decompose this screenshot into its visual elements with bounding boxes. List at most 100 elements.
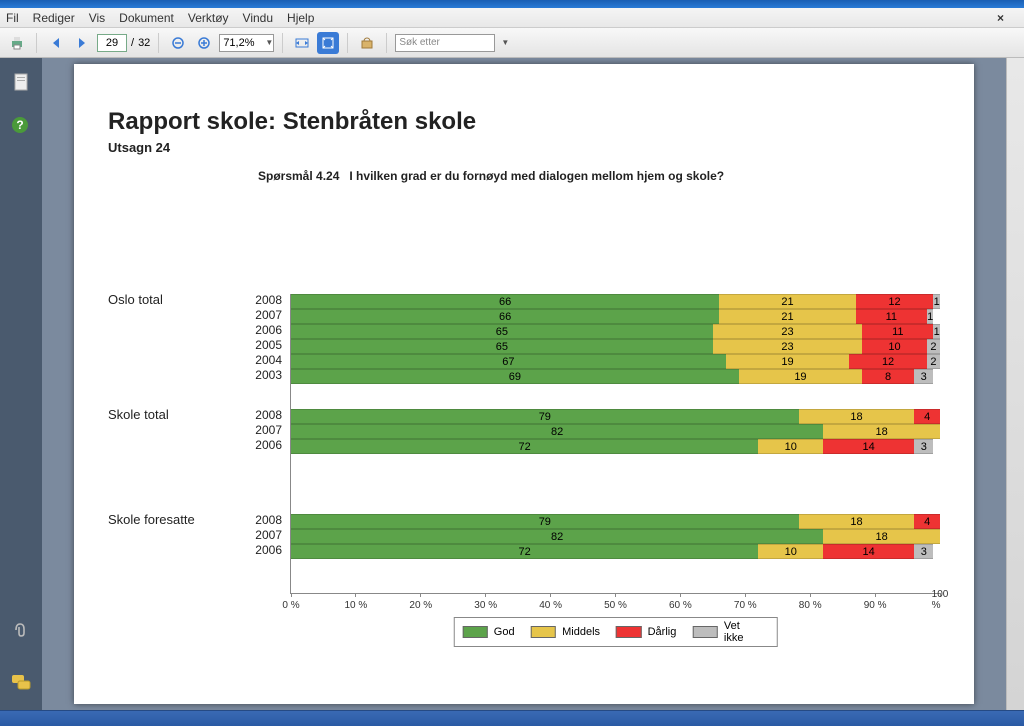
chart-xaxis-label: 40 % — [539, 600, 562, 611]
print-icon[interactable] — [6, 32, 28, 54]
attachment-panel-icon[interactable] — [11, 620, 31, 640]
pages-panel-icon[interactable] — [11, 72, 31, 92]
zoom-select[interactable]: 71,2% ▼ — [219, 34, 274, 52]
close-icon[interactable]: × — [997, 11, 1004, 25]
chart-bar-segment: 18 — [799, 514, 915, 529]
fit-page-icon[interactable] — [317, 32, 339, 54]
chart-bar-segment: 11 — [862, 324, 933, 339]
chart-year-label: 2005 — [246, 338, 282, 352]
chart-bar-segment: 82 — [291, 424, 823, 439]
chart-bar-segment: 10 — [758, 544, 823, 559]
chart-xaxis-label: 60 % — [669, 600, 692, 611]
page: Rapport skole: Stenbråten skole Utsagn 2… — [74, 64, 974, 704]
chart-xaxis-tick — [485, 593, 486, 597]
report-question: Spørsmål 4.24 I hvilken grad er du fornø… — [258, 169, 940, 183]
chart-year-label: 2006 — [246, 438, 282, 452]
next-page-icon[interactable] — [71, 32, 93, 54]
chart-bar-segment: 1 — [933, 294, 939, 309]
chart-xaxis-label: 10 % — [344, 600, 367, 611]
search-input[interactable]: Søk etter — [395, 34, 495, 52]
chart-year-label: 2008 — [246, 408, 282, 422]
zoom-in-icon[interactable] — [193, 32, 215, 54]
menu-rediger[interactable]: Rediger — [33, 11, 75, 25]
legend-label: Dårlig — [648, 626, 677, 638]
chart-group-label: Skole total — [108, 407, 169, 422]
report-subtitle: Utsagn 24 — [108, 140, 940, 155]
report-title: Rapport skole: Stenbråten skole — [108, 108, 940, 136]
question-text: I hvilken grad er du fornøyd med dialoge… — [349, 169, 724, 183]
chart-bar-segment: 18 — [799, 409, 915, 424]
chart-bar-segment: 19 — [739, 369, 862, 384]
chart-bar-segment: 10 — [758, 439, 823, 454]
page-total-label: 32 — [138, 37, 150, 49]
os-taskbar[interactable] — [0, 710, 1024, 726]
chart-xaxis-tick — [615, 593, 616, 597]
chart-bar-row: 6621121 — [291, 294, 940, 309]
chart-bar-segment: 66 — [291, 294, 719, 309]
chart-bar-segment: 3 — [914, 439, 933, 454]
main-area: ? Rapport skole: Stenbråten skole Utsagn… — [0, 58, 1024, 710]
chart-bar-segment: 18 — [823, 424, 940, 439]
legend-swatch — [462, 626, 488, 638]
chart-xaxis-label: 30 % — [474, 600, 497, 611]
chart-year-label: 2007 — [246, 423, 282, 437]
chart-bar-segment: 21 — [719, 309, 855, 324]
chart-xaxis-tick — [420, 593, 421, 597]
fit-width-icon[interactable] — [291, 32, 313, 54]
chart-xaxis-tick — [680, 593, 681, 597]
chart-year-label: 2007 — [246, 528, 282, 542]
document-viewport[interactable]: Rapport skole: Stenbråten skole Utsagn 2… — [42, 58, 1006, 710]
chart-bar-segment: 10 — [862, 339, 927, 354]
chart-bar-segment: 3 — [914, 369, 933, 384]
search-dropdown-icon[interactable]: ▼ — [499, 32, 511, 54]
legend-swatch — [616, 626, 642, 638]
menu-dokument[interactable]: Dokument — [119, 11, 174, 25]
chart-xaxis-label: 50 % — [604, 600, 627, 611]
chart-bar-row: 79184 — [291, 409, 940, 424]
side-panel: ? — [0, 58, 42, 710]
chart-bar-segment: 23 — [713, 324, 862, 339]
page-number-input[interactable] — [97, 34, 127, 52]
chart-xaxis-label: 70 % — [734, 600, 757, 611]
search-placeholder: Søk etter — [399, 37, 440, 48]
chart-bar-segment: 11 — [856, 309, 927, 324]
chart-legend: God Middels Dårlig Vet ikke — [453, 617, 778, 647]
legend-label: Vet ikke — [724, 620, 759, 644]
chart-bar-segment: 72 — [291, 439, 758, 454]
chart-xaxis-tick — [875, 593, 876, 597]
prev-page-icon[interactable] — [45, 32, 67, 54]
menu-verktoy[interactable]: Verktøy — [188, 11, 229, 25]
legend-label: Middels — [562, 626, 600, 638]
chart-bar-row: 6621111 — [291, 309, 940, 324]
zoom-value: 71,2% — [223, 37, 254, 49]
chart-bar-row: 6523102 — [291, 339, 940, 354]
menubar: Fil Rediger Vis Dokument Verktøy Vindu H… — [0, 8, 1024, 28]
menu-fil[interactable]: Fil — [6, 11, 19, 25]
menu-vis[interactable]: Vis — [89, 11, 105, 25]
menu-vindu[interactable]: Vindu — [243, 11, 273, 25]
legend-label: God — [494, 626, 515, 638]
menu-hjelp[interactable]: Hjelp — [287, 11, 314, 25]
chart-group-label: Skole foresatte — [108, 512, 195, 527]
chart-bar-segment: 19 — [726, 354, 849, 369]
chart-xaxis-tick — [810, 593, 811, 597]
chart-year-label: 2008 — [246, 513, 282, 527]
comments-panel-icon[interactable] — [11, 674, 31, 694]
page-sep-label: / — [131, 37, 134, 49]
chart-bar-segment: 82 — [291, 529, 823, 544]
help-panel-icon[interactable]: ? — [11, 116, 31, 136]
chart-year-label: 2006 — [246, 543, 282, 557]
zoom-out-icon[interactable] — [167, 32, 189, 54]
toolbar: / 32 71,2% ▼ Søk etter ▼ — [0, 28, 1024, 58]
chart-bar-row: 6523111 — [291, 324, 940, 339]
vertical-scrollbar[interactable] — [1006, 58, 1024, 710]
chart-bar-segment: 18 — [823, 529, 940, 544]
chart-xaxis-label: 100 % — [932, 589, 949, 611]
chart-bar-segment: 65 — [291, 324, 713, 339]
chart-bar-segment: 21 — [719, 294, 855, 309]
chart-bar-segment: 12 — [849, 354, 927, 369]
chart-xaxis-tick — [291, 593, 292, 597]
chart-xaxis-label: 90 % — [864, 600, 887, 611]
tool-icon[interactable] — [356, 32, 378, 54]
chart-bar-segment: 4 — [914, 409, 940, 424]
